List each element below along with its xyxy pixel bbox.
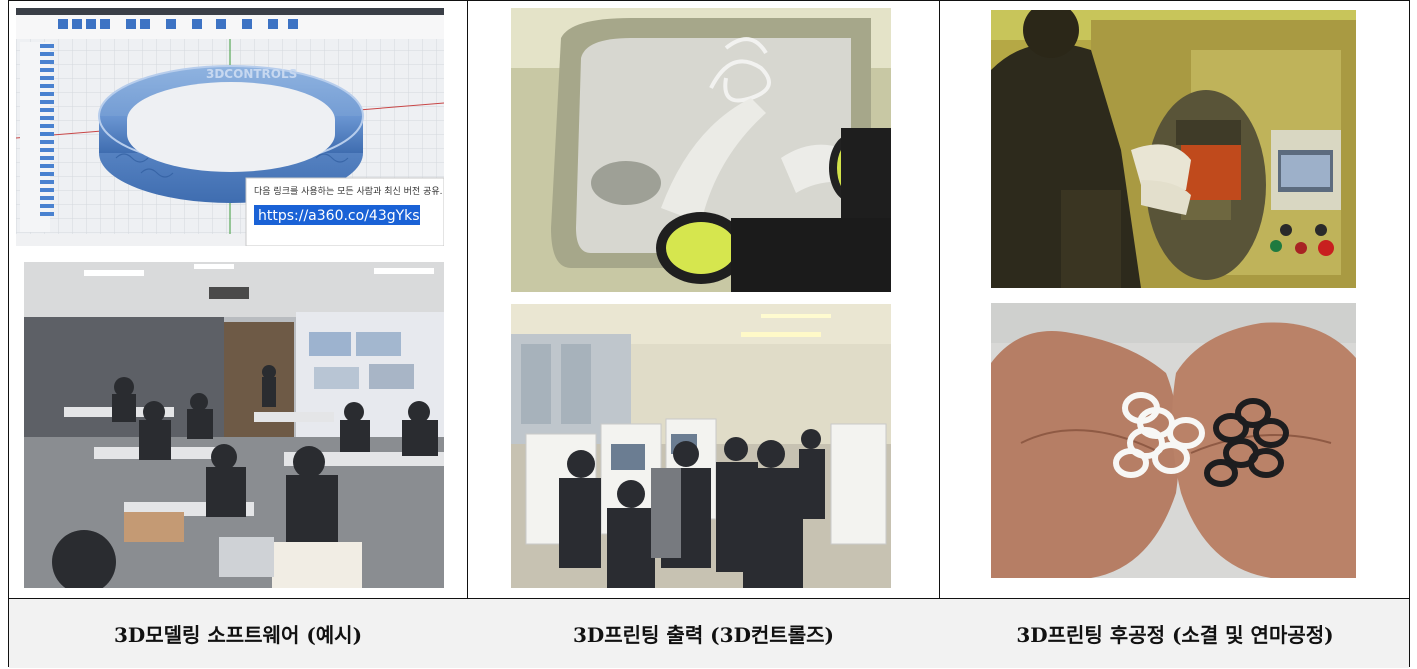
- share-hint-text: 다음 링크를 사용하는 모든 사람과 최신 버전 공유.: [254, 185, 443, 197]
- caption-postprocess: 3D프린팅 후공정 (소결 및 연마공정): [1016, 622, 1334, 647]
- classroom-photo: [24, 262, 444, 588]
- ring-engraving-text: 3DCONTROLS: [206, 67, 297, 81]
- glovebox-photo: [511, 8, 891, 292]
- rings-photo: [991, 303, 1356, 578]
- share-url[interactable]: https://a360.co/43gYks8: [258, 208, 428, 224]
- cad-software-screenshot: 3DCONTROLS 다음 링크를 사용하는 모든 사람과 최신 버전 공유. …: [16, 8, 444, 246]
- caption-modeling: 3D모델링 소프트웨어 (예시): [113, 622, 363, 647]
- printer-room-photo: [511, 304, 891, 588]
- column-divider: [467, 1, 468, 666]
- caption-printing: 3D프린팅 출력 (3D컨트롤즈): [573, 622, 834, 647]
- furnace-photo: [991, 10, 1356, 288]
- column-divider: [939, 1, 940, 666]
